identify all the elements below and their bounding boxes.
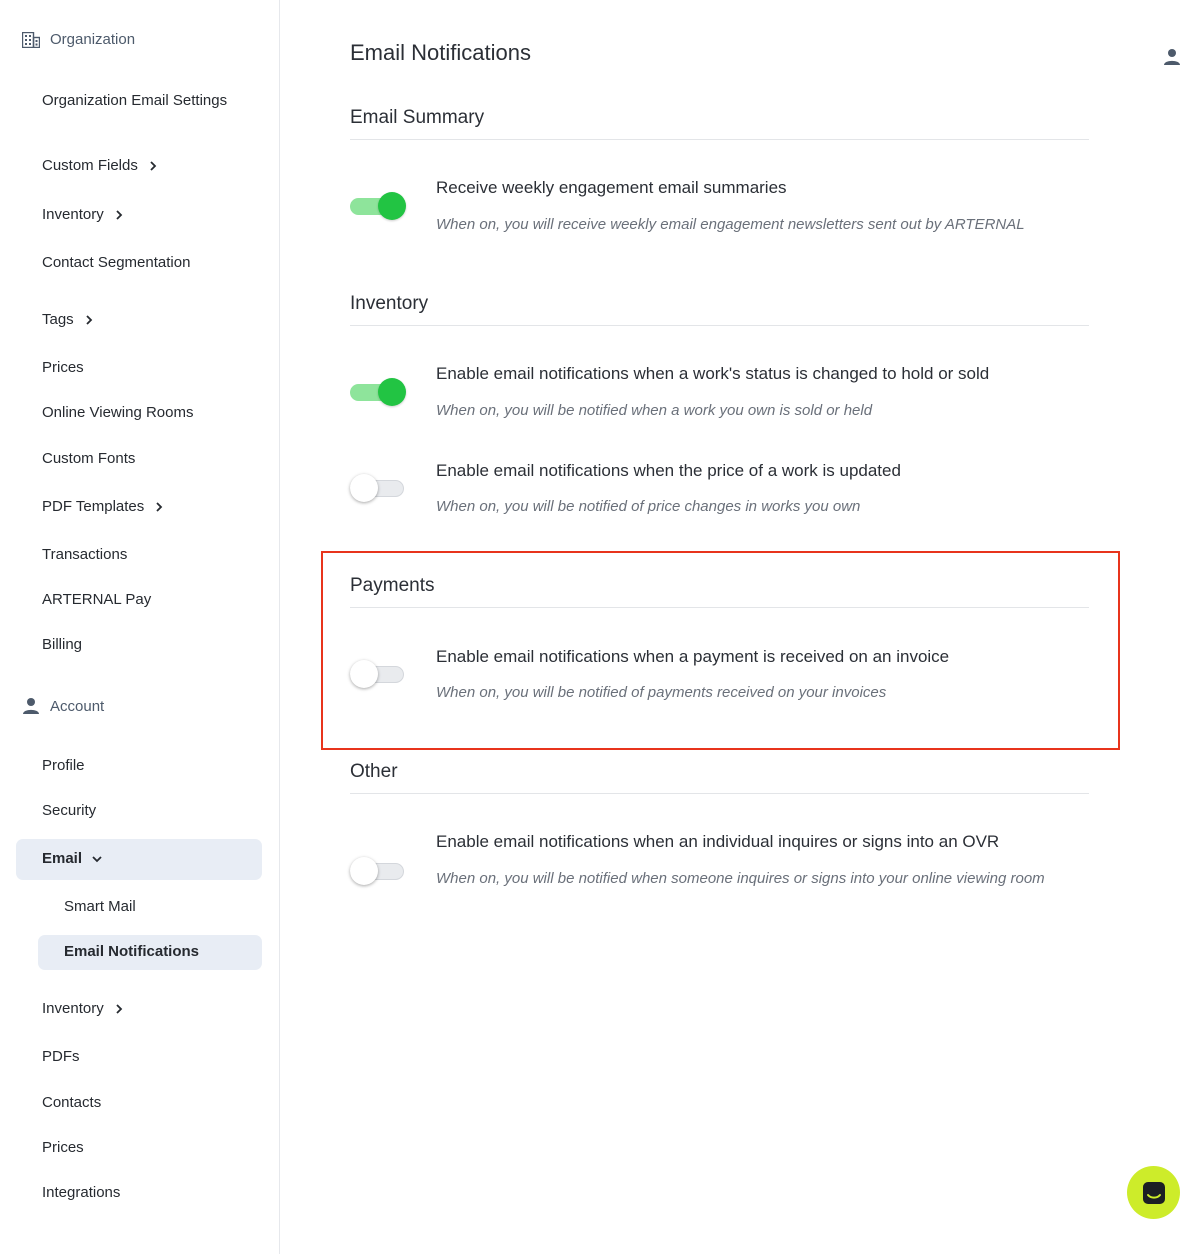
toggle-ovr-inquiry[interactable] — [350, 856, 406, 886]
group-title-email-summary: Email Summary — [350, 107, 485, 128]
page-title: Email Notifications — [350, 40, 531, 65]
sidebar-item-label: Security — [42, 802, 97, 819]
chevron-right-icon — [86, 314, 92, 325]
option-title: Enable email notifications when an indiv… — [436, 832, 1000, 851]
sidebar-item-label: Organization Email Settings — [42, 92, 228, 109]
sidebar-item-arternal-pay[interactable]: ARTERNAL Pay — [42, 591, 151, 608]
sidebar-item-account-inventory[interactable]: Inventory — [42, 1000, 126, 1017]
chevron-right-icon — [116, 1003, 122, 1014]
divider — [350, 139, 1089, 140]
account-section-header: Account — [22, 697, 104, 715]
group-title-other: Other — [350, 761, 398, 782]
sidebar-item-custom-fonts[interactable]: Custom Fonts — [42, 450, 135, 467]
sidebar-item-online-viewing-rooms[interactable]: Online Viewing Rooms — [42, 404, 193, 421]
sidebar-item-label: Custom Fonts — [42, 450, 136, 467]
toggle-knob — [350, 660, 378, 688]
sidebar-item-pdf-templates[interactable]: PDF Templates — [42, 498, 166, 515]
sidebar-item-security[interactable]: Security — [42, 802, 96, 819]
sidebar-item-tags[interactable]: Tags — [42, 311, 96, 328]
sidebar-item-email-notifications[interactable]: Email Notifications — [64, 943, 199, 960]
option-description: When on, you will receive weekly email e… — [436, 216, 1025, 233]
toggle-knob — [350, 474, 378, 502]
chevron-right-icon — [116, 209, 122, 220]
sidebar: Organization Organization Email Settings… — [0, 0, 280, 1254]
option-title: Receive weekly engagement email summarie… — [436, 178, 787, 197]
sidebar-item-label: PDF Templates — [42, 498, 145, 515]
option-title: Enable email notifications when a paymen… — [436, 647, 950, 666]
sidebar-item-label: Email Notifications — [64, 943, 200, 960]
option-description: When on, you will be notified when a wor… — [436, 402, 873, 419]
option-title: Enable email notifications when the pric… — [436, 461, 901, 480]
sidebar-item-contact-segmentation[interactable]: Contact Segmentation — [42, 254, 190, 271]
option-description: When on, you will be notified of payment… — [436, 684, 887, 701]
option-description: When on, you will be notified when someo… — [436, 870, 1045, 887]
toggle-knob — [378, 378, 406, 406]
sidebar-item-label: Smart Mail — [64, 898, 136, 915]
sidebar-item-label: Inventory — [42, 206, 104, 223]
sidebar-item-account-prices[interactable]: Prices — [42, 1139, 84, 1156]
sidebar-item-label: Inventory — [42, 1000, 104, 1017]
sidebar-item-label: Prices — [42, 359, 84, 376]
divider — [350, 325, 1089, 326]
sidebar-item-label: Billing — [42, 636, 83, 653]
person-icon — [23, 698, 39, 714]
sidebar-item-profile[interactable]: Profile — [42, 757, 85, 774]
toggle-payment-received[interactable] — [350, 659, 406, 689]
toggle-price-update[interactable] — [350, 473, 406, 503]
sidebar-item-pdfs[interactable]: PDFs — [42, 1048, 80, 1065]
option-description: When on, you will be notified of price c… — [436, 498, 861, 515]
sidebar-item-organization-email-settings[interactable]: Organization Email Settings — [42, 91, 232, 110]
account-header-label: Account — [50, 697, 105, 715]
toggle-status-change[interactable] — [350, 377, 406, 407]
option-title: Enable email notifications when a work's… — [436, 364, 990, 383]
sidebar-item-label: ARTERNAL Pay — [42, 591, 152, 608]
sidebar-item-label: Contact Segmentation — [42, 254, 191, 271]
sidebar-item-label: Online Viewing Rooms — [42, 404, 194, 421]
chevron-right-icon — [156, 501, 163, 512]
sidebar-item-custom-fields[interactable]: Custom Fields — [42, 157, 160, 174]
divider — [350, 607, 1089, 608]
sidebar-item-contacts[interactable]: Contacts — [42, 1094, 101, 1111]
sidebar-item-label: Email — [42, 850, 83, 867]
sidebar-item-prices[interactable]: Prices — [42, 359, 84, 376]
organization-section-header: Organization — [22, 31, 135, 48]
divider — [350, 793, 1089, 794]
chat-button[interactable] — [1127, 1166, 1180, 1219]
chevron-down-icon — [92, 855, 102, 862]
chat-icon — [1142, 1181, 1165, 1204]
toggle-knob — [350, 857, 378, 885]
sidebar-item-label: Prices — [42, 1139, 84, 1156]
sidebar-item-label: Transactions — [42, 546, 128, 563]
sidebar-item-label: Contacts — [42, 1094, 102, 1111]
sidebar-item-label: Custom Fields — [42, 157, 138, 174]
toggle-weekly-summaries[interactable] — [350, 191, 406, 221]
sidebar-item-label: PDFs — [42, 1048, 80, 1065]
chevron-right-icon — [150, 160, 157, 171]
sidebar-item-smart-mail[interactable]: Smart Mail — [64, 898, 136, 915]
organization-header-label: Organization — [50, 31, 136, 48]
sidebar-item-label: Profile — [42, 757, 85, 774]
sidebar-item-integrations[interactable]: Integrations — [42, 1184, 120, 1201]
user-menu[interactable] — [1163, 48, 1181, 71]
sidebar-item-label: Tags — [42, 311, 74, 328]
sidebar-item-transactions[interactable]: Transactions — [42, 546, 127, 563]
group-title-payments: Payments — [350, 575, 435, 596]
sidebar-item-billing[interactable]: Billing — [42, 636, 82, 653]
sidebar-item-label: Integrations — [42, 1184, 121, 1201]
toggle-knob — [378, 192, 406, 220]
sidebar-item-email[interactable]: Email — [42, 850, 104, 867]
sidebar-item-inventory[interactable]: Inventory — [42, 206, 126, 223]
user-icon — [1164, 49, 1180, 65]
group-title-inventory: Inventory — [350, 293, 429, 314]
building-icon — [22, 31, 40, 48]
